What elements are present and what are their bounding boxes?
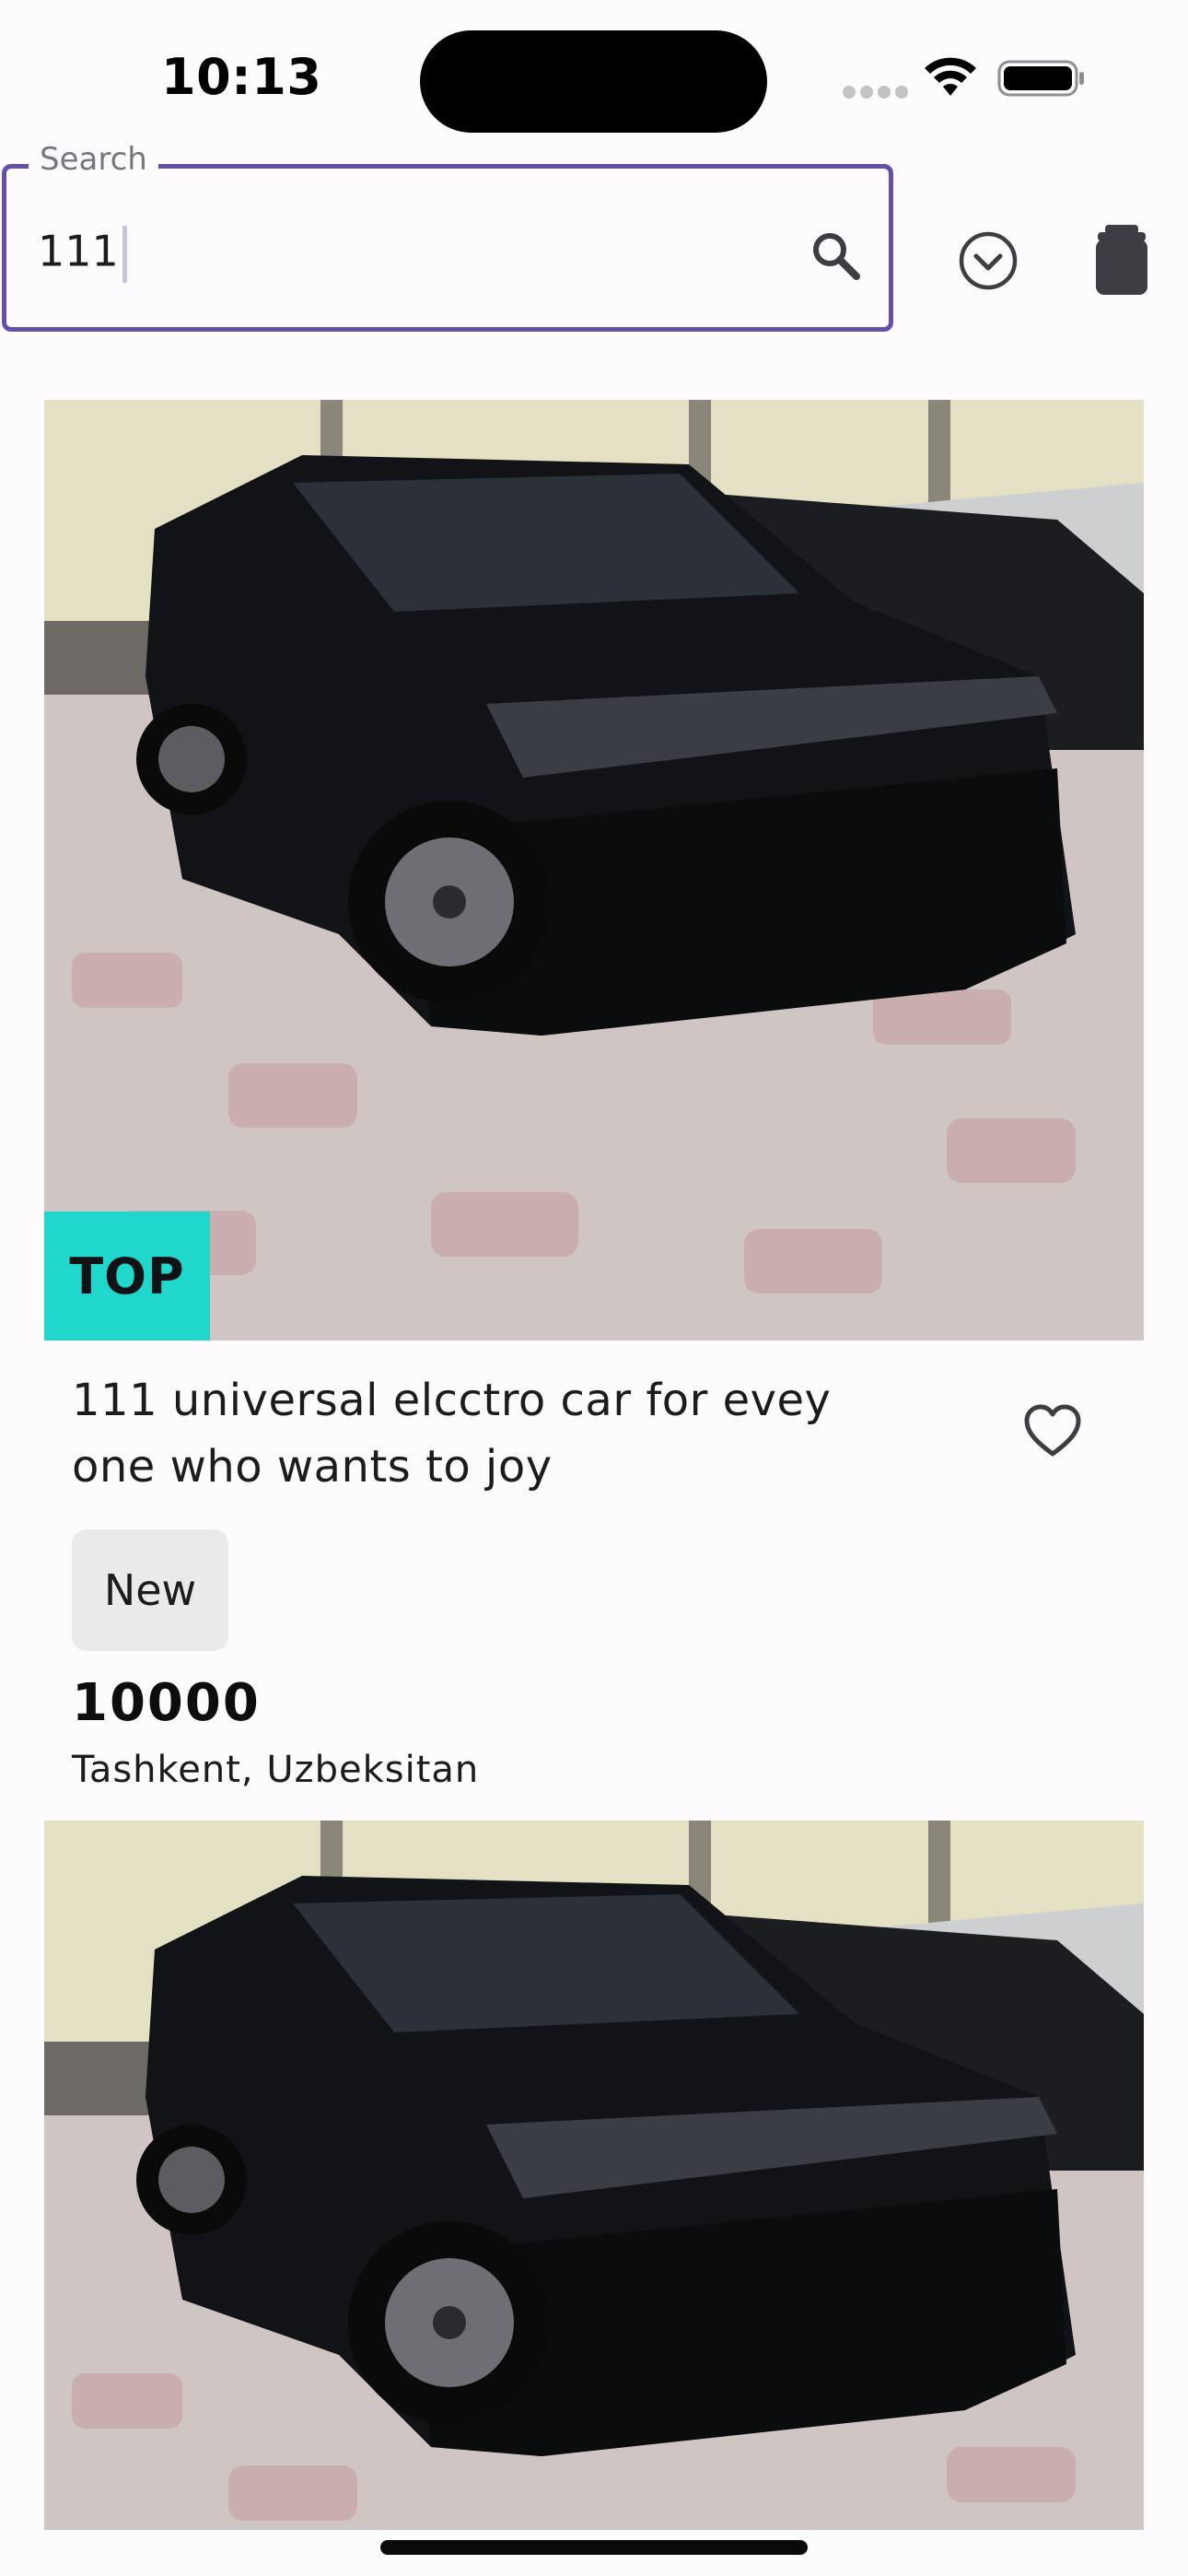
cellular-signal-icon: [843, 86, 908, 99]
listing-title[interactable]: 111 universal elcctro car for evey one w…: [72, 1367, 901, 1500]
text-cursor: [122, 226, 127, 283]
trash-icon[interactable]: [1092, 223, 1151, 297]
listing-price: 10000: [72, 1673, 261, 1733]
listing-card[interactable]: TOP 111 universal elcctro car for evey o…: [44, 400, 1144, 1791]
status-bar: 10:13: [0, 0, 1188, 157]
listing-location: Tashkent, Uzbeksitan: [72, 1749, 480, 1791]
car-image: [44, 1821, 1144, 2530]
top-badge: TOP: [44, 1212, 210, 1341]
heart-outline-icon[interactable]: [1023, 1404, 1082, 1458]
car-photo[interactable]: TOP: [44, 400, 1144, 1341]
chevron-down-circle-icon[interactable]: [958, 230, 1019, 291]
search-value: 111: [38, 226, 127, 283]
listing-card[interactable]: [44, 1821, 1144, 2530]
search-input[interactable]: Search 111: [2, 141, 893, 332]
condition-chip: New: [72, 1529, 228, 1651]
status-time: 10:13: [161, 48, 322, 106]
dynamic-island: [420, 30, 767, 133]
home-indicator[interactable]: [380, 2540, 808, 2555]
wifi-icon: [925, 57, 976, 96]
search-icon[interactable]: [809, 229, 861, 281]
search-bar: Search 111: [0, 141, 1188, 350]
battery-icon: [997, 60, 1084, 97]
car-image: [44, 400, 1144, 1341]
search-label: Search: [29, 141, 158, 178]
car-photo[interactable]: [44, 1821, 1144, 2530]
